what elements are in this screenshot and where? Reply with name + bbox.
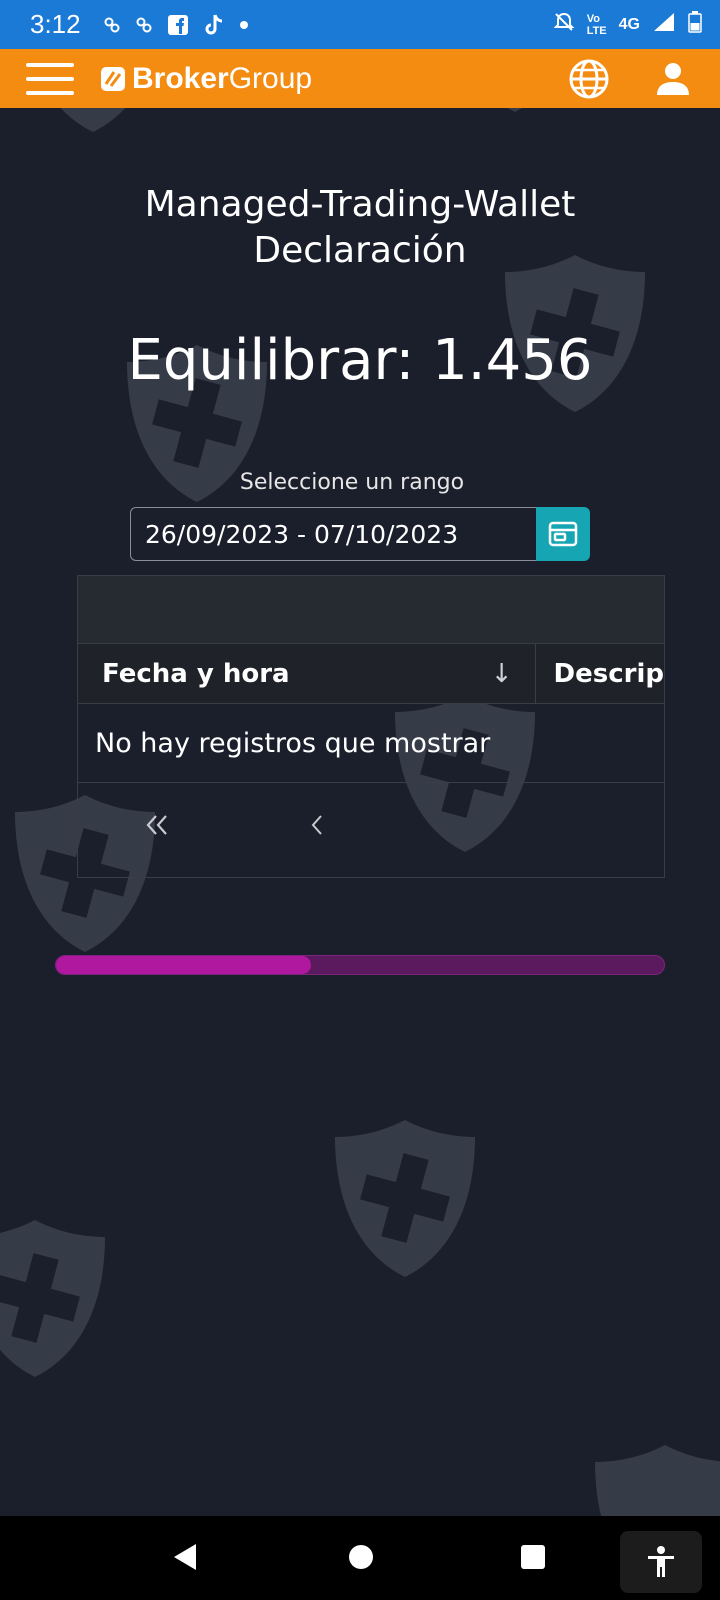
- brand-name-bold: Broker: [132, 61, 229, 95]
- balance-display: Equilibrar: 1.456: [127, 328, 593, 393]
- back-icon[interactable]: [172, 1542, 198, 1576]
- link-notification-icon: [103, 16, 121, 34]
- signal-icon: [652, 11, 676, 38]
- range-label: Seleccione un rango: [239, 470, 465, 495]
- link-notification-icon: [135, 16, 153, 34]
- chevron-left-icon[interactable]: [310, 810, 324, 845]
- brand-logo[interactable]: Broker Group: [100, 62, 312, 96]
- page-title-line1: Managed-Trading-Wallet: [144, 184, 576, 225]
- tiktok-icon: [203, 13, 225, 37]
- empty-state-row: No hay registros que mostrar: [78, 704, 664, 783]
- date-range-picker: [130, 507, 590, 561]
- progress-bar: [55, 955, 665, 975]
- column-header-date[interactable]: Fecha y hora ↓: [78, 644, 536, 703]
- table-toolbar: [78, 576, 664, 644]
- brand-name-light: Group: [228, 61, 313, 95]
- shield-watermark-icon: [0, 1220, 105, 1377]
- double-chevron-left-icon[interactable]: [144, 810, 170, 845]
- user-icon[interactable]: [652, 58, 694, 100]
- page-title-line2: Declaración: [253, 230, 467, 271]
- facebook-icon: [167, 14, 189, 36]
- page-title: Managed-Trading-Wallet Declaración: [0, 182, 720, 274]
- status-bar: 3:12 Vo LTE 4G: [0, 0, 720, 49]
- logo-mark-icon: [101, 66, 125, 91]
- shield-watermark-icon: [335, 1120, 475, 1277]
- calendar-icon[interactable]: [536, 507, 590, 561]
- volte-indicator: Vo LTE: [586, 12, 607, 37]
- column-header-description[interactable]: Descrip: [536, 644, 664, 703]
- network-type: 4G: [618, 15, 640, 33]
- arrow-down-icon[interactable]: ↓: [491, 659, 513, 689]
- status-time: 3:12: [30, 9, 81, 39]
- table-header-row: Fecha y hora ↓ Descrip: [78, 644, 664, 704]
- navigation-bar: [0, 1516, 720, 1600]
- column-header-label: Fecha y hora: [102, 658, 290, 689]
- dot-icon: [239, 20, 249, 30]
- hamburger-icon[interactable]: [26, 62, 74, 95]
- recents-icon[interactable]: [520, 1544, 546, 1574]
- battery-icon: [688, 11, 702, 38]
- globe-icon[interactable]: [568, 58, 610, 100]
- accessibility-icon[interactable]: [620, 1531, 702, 1593]
- mute-icon: [553, 11, 575, 38]
- home-icon[interactable]: [348, 1544, 374, 1574]
- progress-bar-fill: [56, 956, 312, 974]
- app-header: Broker Group: [0, 49, 720, 108]
- column-header-label: Descrip: [553, 658, 664, 689]
- records-table: Fecha y hora ↓ Descrip No hay registros …: [77, 575, 665, 878]
- table-pagination: [78, 783, 664, 877]
- date-range-input[interactable]: [130, 507, 536, 561]
